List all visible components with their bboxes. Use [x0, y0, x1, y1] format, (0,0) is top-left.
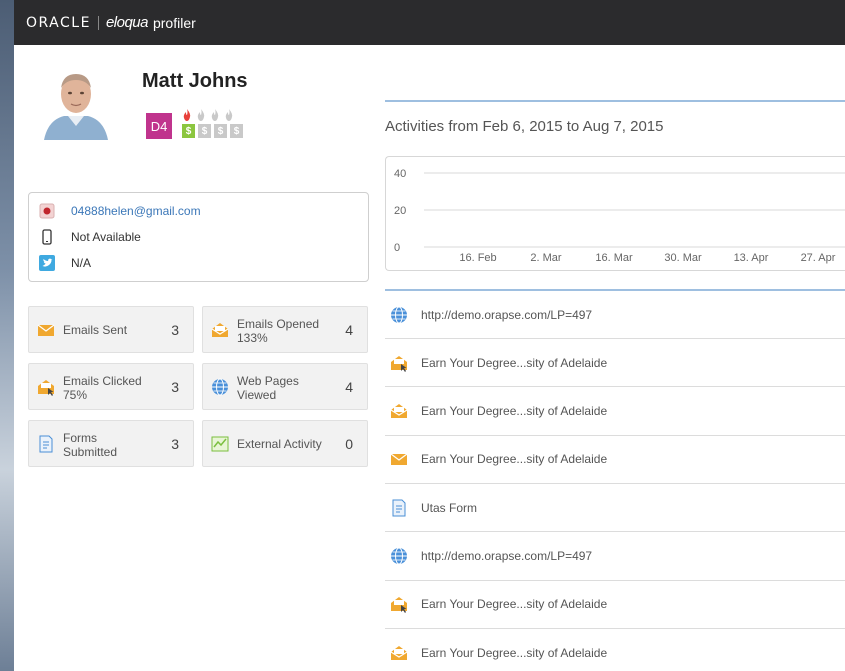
chart-x-tick-label: 2. Mar — [530, 252, 562, 264]
activity-row[interactable]: Earn Your Degree...sity of Adelaide — [385, 629, 845, 671]
chart-y-tick-label: 0 — [394, 242, 400, 254]
logo-divider — [97, 15, 99, 30]
form-icon — [389, 498, 409, 518]
activity-row[interactable]: Earn Your Degree...sity of Adelaide — [385, 436, 845, 484]
engagement-flames — [182, 109, 234, 121]
stat-value: 3 — [171, 322, 179, 338]
chart-y-tick-label: 20 — [394, 205, 406, 217]
flame-icon — [183, 109, 191, 121]
email-click-icon — [389, 594, 409, 614]
chart-x-tick-label: 16. Mar — [595, 252, 633, 264]
email-click-icon — [38, 380, 54, 396]
activity-row[interactable]: http://demo.orapse.com/LP=497 — [385, 533, 845, 581]
activity-row[interactable]: Utas Form — [385, 484, 845, 533]
activity-chart-svg: 40 20 0 16. Feb 2. Mar 16. Mar 30. Mar 13. Apr 2… — [394, 168, 845, 264]
chart-x-tick-label: 13. Apr — [734, 252, 769, 264]
globe-icon — [212, 378, 228, 396]
email-link[interactable]: 04888helen@gmail.com — [71, 204, 201, 218]
twitter-value: N/A — [71, 256, 92, 270]
chart-y-tick-label: 40 — [394, 168, 406, 180]
top-bar: ORACLE eloqua profiler — [14, 0, 845, 45]
avatar — [34, 64, 118, 140]
external-activity-icon — [211, 436, 229, 452]
activity-text: Earn Your Degree...sity of Adelaide — [421, 645, 608, 660]
profiler-panel: ORACLE eloqua profiler Matt Johns D4 $ $… — [14, 0, 845, 671]
stat-label: Emails Sent — [63, 323, 128, 337]
email-click-icon — [389, 353, 409, 373]
activity-text: Earn Your Degree...sity of Adelaide — [421, 597, 608, 612]
oracle-logo: ORACLE — [26, 14, 91, 31]
dollar-icon: $ — [214, 124, 227, 138]
lead-score-badge: D4 — [146, 113, 172, 139]
mobile-phone-icon — [39, 229, 55, 245]
activity-text: Utas Form — [421, 500, 478, 515]
chart-x-tick-label: 27. Apr — [801, 252, 836, 264]
stat-value: 4 — [345, 322, 353, 338]
stat-emails-opened[interactable]: Emails Opened 133% 4 — [202, 306, 368, 353]
stat-label: Forms Submitted — [63, 431, 118, 459]
email-envelope-icon — [389, 449, 409, 469]
chart-x-tick-label: 16. Feb — [459, 252, 496, 264]
email-open-icon — [389, 401, 409, 421]
activity-text: Earn Your Degree...sity of Adelaide — [421, 404, 608, 419]
stat-value: 3 — [171, 436, 179, 452]
email-status-icon — [39, 203, 55, 219]
activity-row[interactable]: http://demo.orapse.com/LP=497 — [385, 291, 845, 339]
email-open-icon — [211, 323, 229, 337]
twitter-row: N/A — [39, 255, 91, 271]
stat-web-pages[interactable]: Web Pages Viewed 4 — [202, 363, 368, 410]
stat-emails-clicked[interactable]: Emails Clicked 75% 3 — [28, 363, 194, 410]
activity-row[interactable]: Earn Your Degree...sity of Adelaide — [385, 581, 845, 629]
contact-name: Matt Johns — [142, 70, 248, 92]
stat-external-activity[interactable]: External Activity 0 — [202, 420, 368, 467]
product-name: profiler — [152, 14, 196, 31]
email-envelope-icon — [37, 324, 55, 336]
dollar-icon: $ — [182, 124, 195, 138]
stat-label: Emails Clicked 75% — [63, 374, 142, 402]
stat-value: 0 — [345, 436, 353, 452]
activities-top-divider — [385, 100, 845, 102]
stat-value: 4 — [345, 379, 353, 395]
flame-icon — [211, 109, 219, 121]
background-edge — [0, 0, 14, 671]
twitter-icon — [39, 255, 55, 271]
activity-text: http://demo.orapse.com/LP=497 — [421, 307, 593, 322]
globe-icon — [389, 305, 409, 325]
phone-row: Not Available — [39, 229, 141, 245]
email-open-icon — [389, 643, 409, 663]
stat-label: External Activity — [237, 437, 322, 451]
stat-emails-sent[interactable]: Emails Sent 3 — [28, 306, 194, 353]
stat-forms-submitted[interactable]: Forms Submitted 3 — [28, 420, 194, 467]
form-icon — [39, 435, 53, 453]
activity-text: Earn Your Degree...sity of Adelaide — [421, 355, 608, 370]
activity-chart: 40 20 0 16. Feb 2. Mar 16. Mar 30. Mar 13. Apr 2… — [385, 156, 845, 271]
globe-icon — [389, 546, 409, 566]
dollar-icon: $ — [198, 124, 211, 138]
activity-row[interactable]: Earn Your Degree...sity of Adelaide — [385, 388, 845, 436]
phone-value: Not Available — [71, 230, 141, 244]
chart-x-tick-label: 30. Mar — [664, 252, 702, 264]
email-row: 04888helen@gmail.com — [39, 203, 201, 219]
stat-value: 3 — [171, 379, 179, 395]
profile-dollars: $ $ $ $ — [182, 124, 243, 138]
eloqua-logo: eloqua — [105, 14, 149, 31]
stat-label: Web Pages Viewed — [237, 374, 299, 402]
activity-row[interactable]: Earn Your Degree...sity of Adelaide — [385, 339, 845, 388]
activity-text: http://demo.orapse.com/LP=497 — [421, 549, 593, 563]
dollar-icon: $ — [230, 124, 243, 138]
stat-label: Emails Opened 133% — [237, 317, 320, 345]
flame-icon — [197, 109, 205, 121]
activities-title: Activities from Feb 6, 2015 to Aug 7, 20… — [385, 118, 664, 135]
contact-card: 04888helen@gmail.com Not Available N/A — [28, 192, 369, 282]
activity-text: Earn Your Degree...sity of Adelaide — [421, 452, 608, 467]
flame-icon — [225, 109, 233, 121]
